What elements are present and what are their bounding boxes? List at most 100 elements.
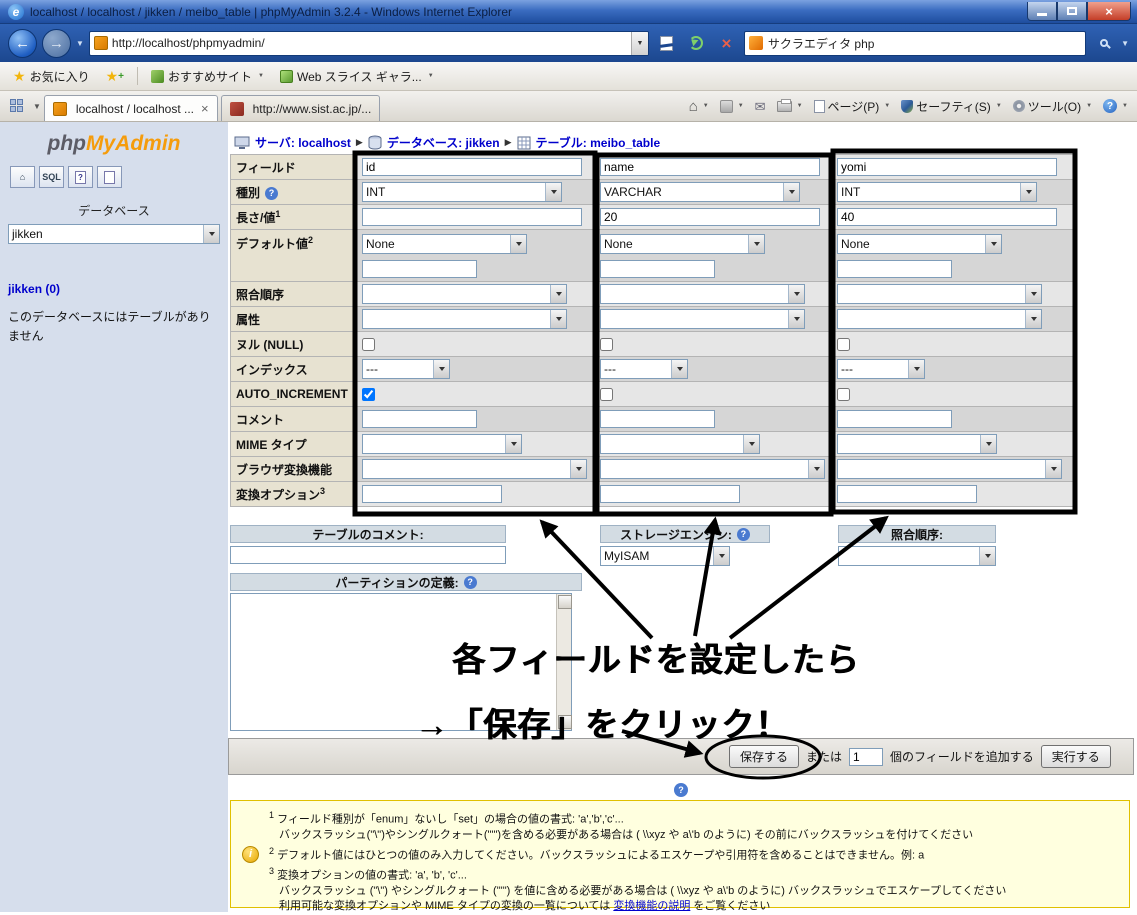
search-options-dropdown[interactable]: ▼ [1121, 39, 1129, 48]
pma-docs-button[interactable]: ? [68, 166, 93, 188]
web-slice-gallery-button[interactable]: Web スライス ギャラ... ▼ [273, 64, 441, 88]
storage-engine-select[interactable]: MyISAM [600, 546, 730, 566]
search-button[interactable] [1091, 31, 1116, 56]
home-icon-button[interactable]: ⌂ [10, 166, 35, 188]
breadcrumb-table-link[interactable]: テーブル: meibo_table [536, 134, 661, 151]
auto-increment-checkbox-2[interactable] [600, 388, 613, 401]
field-attributes-select-2[interactable] [600, 309, 805, 329]
field-length-input-3[interactable] [837, 208, 1057, 226]
auto-increment-checkbox-3[interactable] [837, 388, 850, 401]
field-length-input-1[interactable] [362, 208, 582, 226]
table-comment-input[interactable] [230, 546, 506, 564]
address-dropdown-icon[interactable]: ▼ [631, 32, 648, 55]
minimize-button[interactable] [1027, 2, 1057, 21]
refresh-button[interactable] [684, 31, 709, 56]
page-menu-button[interactable]: ページ(P)▼ [809, 94, 896, 118]
field-mime-select-3[interactable] [837, 434, 997, 454]
field-default-select-2[interactable]: None [600, 234, 765, 254]
field-name-input-1[interactable] [362, 158, 582, 176]
field-default-value-input-1[interactable] [362, 260, 477, 278]
table-collation-select[interactable] [838, 546, 996, 566]
read-mail-button[interactable]: ✉ [750, 94, 771, 118]
maximize-button[interactable] [1057, 2, 1087, 21]
mysql-docs-button[interactable] [97, 166, 122, 188]
database-select[interactable]: jikken [8, 224, 220, 244]
auto-increment-checkbox-1[interactable] [362, 388, 375, 401]
stop-button[interactable]: × [714, 31, 739, 56]
field-transform-select-1[interactable] [362, 459, 587, 479]
save-button[interactable]: 保存する [729, 745, 799, 768]
suggested-sites-button[interactable]: おすすめサイト ▼ [144, 64, 271, 88]
tab-phpmyadmin[interactable]: localhost / localhost ... × [44, 95, 218, 121]
field-type-select-1[interactable]: INT [362, 182, 562, 202]
null-checkbox-1[interactable] [362, 338, 375, 351]
field-length-input-2[interactable] [600, 208, 820, 226]
field-index-select-3[interactable]: --- [837, 359, 925, 379]
field-default-select-1[interactable]: None [362, 234, 527, 254]
database-link[interactable]: jikken (0) [8, 282, 220, 296]
transform-options-input-2[interactable] [600, 485, 740, 503]
field-index-select-2[interactable]: --- [600, 359, 688, 379]
null-checkbox-2[interactable] [600, 338, 613, 351]
field-comment-input-1[interactable] [362, 410, 477, 428]
sql-window-button[interactable]: SQL [39, 166, 64, 188]
tab-close-icon[interactable]: × [201, 102, 209, 115]
field-default-value-input-2[interactable] [600, 260, 715, 278]
breadcrumb-database-link[interactable]: データベース: jikken [387, 134, 500, 151]
recent-pages-dropdown[interactable]: ▼ [76, 39, 84, 48]
transformations-docs-link[interactable]: 変換機能の説明 [613, 900, 690, 912]
field-mime-select-1[interactable] [362, 434, 522, 454]
feeds-button[interactable]: ▼ [715, 94, 749, 118]
null-checkbox-3[interactable] [837, 338, 850, 351]
field-collation-select-1[interactable] [362, 284, 567, 304]
favorites-button[interactable]: ★ お気に入り [6, 64, 97, 88]
field-transform-select-2[interactable] [600, 459, 825, 479]
field-name-input-3[interactable] [837, 158, 1057, 176]
add-fields-count-input[interactable] [849, 748, 883, 766]
close-button[interactable]: × [1087, 2, 1131, 21]
tools-menu-button[interactable]: ツール(O)▼ [1008, 94, 1097, 118]
field-comment-input-3[interactable] [837, 410, 952, 428]
database-label: データベース [8, 202, 220, 219]
safety-menu-button[interactable]: セーフティ(S)▼ [896, 94, 1007, 118]
field-attributes-select-3[interactable] [837, 309, 1042, 329]
back-button[interactable]: ← [8, 29, 37, 58]
field-default-select-3[interactable]: None [837, 234, 1002, 254]
partition-definition-textarea[interactable] [230, 593, 572, 731]
tab-list-dropdown[interactable]: ▼ [33, 102, 41, 111]
breadcrumb-server-link[interactable]: サーバ: localhost [255, 134, 351, 151]
field-collation-select-3[interactable] [837, 284, 1042, 304]
quick-tabs-button[interactable] [4, 94, 30, 118]
field-transform-select-3[interactable] [837, 459, 1062, 479]
home-button[interactable]: ⌂▼ [684, 94, 714, 118]
compatibility-view-button[interactable] [654, 31, 679, 56]
field-type-select-2[interactable]: VARCHAR [600, 182, 800, 202]
partition-help-icon[interactable]: ? [464, 576, 477, 589]
engine-help-icon[interactable]: ? [737, 528, 750, 541]
scrollbar[interactable] [556, 594, 571, 730]
field-collation-select-2[interactable] [600, 284, 805, 304]
help-button[interactable]: ?▼ [1098, 94, 1133, 118]
field-type-select-3[interactable]: INT [837, 182, 1037, 202]
field-name-input-2[interactable] [600, 158, 820, 176]
field-attributes-select-1[interactable] [362, 309, 567, 329]
print-button[interactable]: ▼ [772, 94, 808, 118]
field-comment-input-2[interactable] [600, 410, 715, 428]
field-mime-select-2[interactable] [600, 434, 760, 454]
row-comment: コメント [231, 407, 1074, 432]
search-box[interactable] [744, 31, 1086, 56]
chevron-down-icon [545, 183, 561, 201]
field-index-select-1[interactable]: --- [362, 359, 450, 379]
search-input[interactable] [768, 33, 1085, 54]
tab-sist[interactable]: http://www.sist.ac.jp/... [221, 95, 381, 121]
type-help-icon[interactable]: ? [265, 187, 278, 200]
go-button[interactable]: 実行する [1041, 745, 1111, 768]
transform-options-input-1[interactable] [362, 485, 502, 503]
url-input[interactable] [112, 33, 631, 54]
address-bar[interactable]: ▼ [89, 31, 649, 56]
forward-button[interactable]: → [42, 29, 71, 58]
transform-options-input-3[interactable] [837, 485, 977, 503]
add-favorite-button[interactable]: ★+ [99, 64, 131, 88]
field-default-value-input-3[interactable] [837, 260, 952, 278]
form-help-icon[interactable]: ? [674, 783, 688, 797]
